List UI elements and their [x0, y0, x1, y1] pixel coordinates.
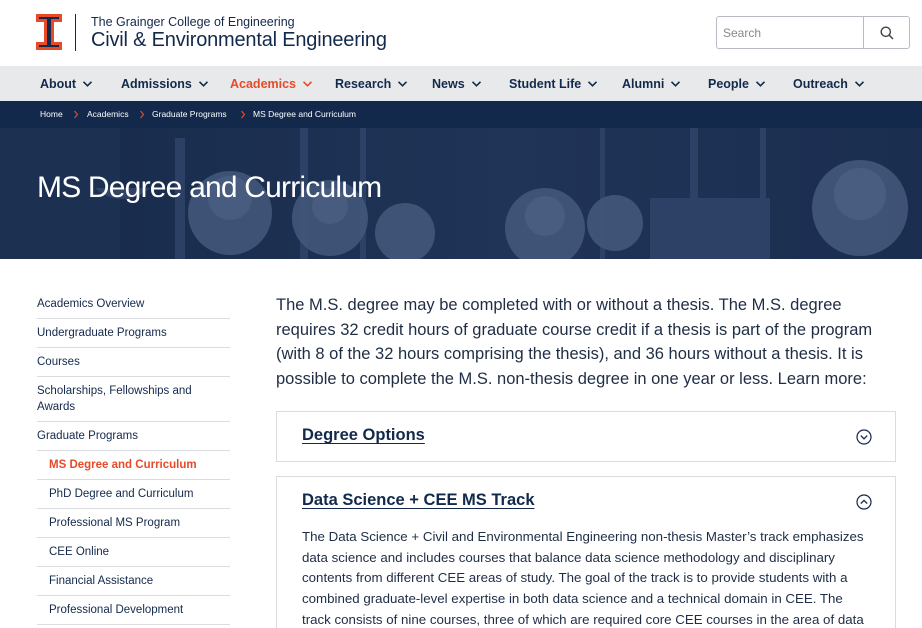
nav-item-people[interactable]: People [708, 66, 766, 101]
sidebar-item-phd-degree[interactable]: PhD Degree and Curriculum [37, 480, 230, 509]
accordion-data-science-track: Data Science + CEE MS Track The Data Sci… [276, 476, 896, 628]
nav-item-student-life[interactable]: Student Life [509, 66, 598, 101]
sidebar-item-scholarships[interactable]: Scholarships, Fellowships and Awards [37, 377, 230, 422]
nav-label: News [432, 76, 465, 91]
nav-label: Student Life [509, 76, 582, 91]
nav-item-admissions[interactable]: Admissions [121, 66, 209, 101]
nav-label: Outreach [793, 76, 848, 91]
chevron-down-icon [755, 80, 766, 87]
accordion-degree-options: Degree Options [276, 411, 896, 462]
nav-label: People [708, 76, 749, 91]
search-icon [880, 26, 894, 40]
main-nav: About Admissions Academics Research News… [0, 66, 922, 101]
nav-label: Research [335, 76, 392, 91]
chevron-right-icon [140, 110, 145, 119]
sidebar-item-academics-overview[interactable]: Academics Overview [37, 290, 230, 319]
breadcrumb-current: MS Degree and Curriculum [253, 109, 356, 119]
sidebar-item-cee-online[interactable]: CEE Online [37, 538, 230, 567]
chevron-down-icon [198, 80, 208, 87]
sidebar-item-ms-degree[interactable]: MS Degree and Curriculum [37, 451, 230, 480]
accordion-body: The Data Science + Civil and Environment… [302, 529, 864, 627]
nav-item-research[interactable]: Research [335, 66, 408, 101]
chevron-down-icon [671, 80, 681, 87]
accordion-title[interactable]: Data Science + CEE MS Track [302, 491, 535, 510]
hero-banner: MS Degree and Curriculum [0, 128, 922, 259]
chevron-down-icon [471, 80, 481, 87]
sidebar-item-undergraduate-programs[interactable]: Undergraduate Programs [37, 319, 230, 348]
sidebar-item-courses[interactable]: Courses [37, 348, 230, 377]
sidebar-item-graduate-programs[interactable]: Graduate Programs [37, 422, 230, 451]
nav-label: Alumni [622, 76, 665, 91]
chevron-down-circle-icon[interactable] [856, 429, 872, 445]
chevron-down-icon [83, 80, 93, 87]
nav-label: Academics [230, 76, 297, 91]
chevron-down-icon [854, 80, 864, 87]
nav-item-about[interactable]: About [40, 66, 93, 101]
chevron-up-circle-icon[interactable] [856, 494, 872, 510]
sidebar-item-financial-assistance[interactable]: Financial Assistance [37, 567, 230, 596]
sidebar-item-professional-ms[interactable]: Professional MS Program [37, 509, 230, 538]
breadcrumb-home[interactable]: Home [40, 101, 63, 128]
breadcrumb-graduate-programs[interactable]: Graduate Programs [152, 101, 227, 128]
sidebar-item-professional-development[interactable]: Professional Development [37, 596, 230, 625]
nav-item-academics[interactable]: Academics [230, 66, 313, 101]
site-header: The Grainger College of Engineering Civi… [0, 0, 922, 66]
accordion-title[interactable]: Degree Options [302, 426, 425, 445]
chevron-down-icon [302, 80, 313, 87]
intro-paragraph: The M.S. degree may be completed with or… [276, 296, 873, 389]
search-button[interactable] [863, 17, 909, 48]
breadcrumb-academics[interactable]: Academics [87, 101, 129, 128]
breadcrumb: Home Academics Graduate Programs MS Degr… [0, 101, 922, 128]
brand-divider [75, 14, 76, 51]
sidebar-nav: Academics Overview Undergraduate Program… [37, 290, 230, 625]
page-title: MS Degree and Curriculum [37, 171, 382, 204]
illinois-block-i-logo[interactable] [36, 14, 62, 50]
search-input[interactable] [717, 17, 863, 48]
department-name[interactable]: Civil & Environmental Engineering [91, 29, 387, 52]
chevron-down-icon [588, 80, 598, 87]
nav-item-outreach[interactable]: Outreach [793, 66, 865, 101]
college-name[interactable]: The Grainger College of Engineering [91, 15, 295, 29]
search-box [716, 16, 910, 49]
nav-label: About [40, 76, 77, 91]
nav-label: Admissions [121, 76, 192, 91]
chevron-right-icon [241, 110, 246, 119]
nav-item-news[interactable]: News [432, 66, 482, 101]
chevron-right-icon [74, 110, 79, 119]
nav-item-alumni[interactable]: Alumni [622, 66, 681, 101]
chevron-down-icon [398, 80, 408, 87]
